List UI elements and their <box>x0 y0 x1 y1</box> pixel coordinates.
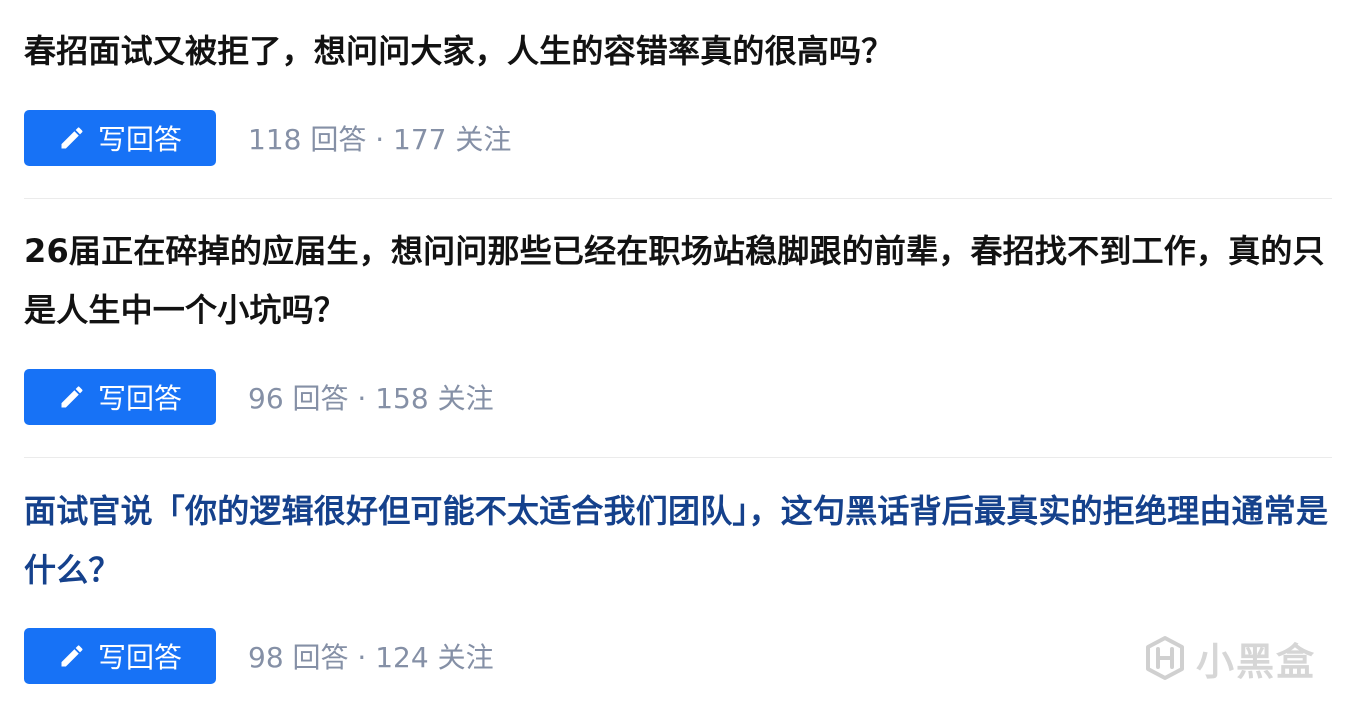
question-stats: 118 回答 · 177 关注 <box>248 123 512 156</box>
question-title[interactable]: 26届正在碎掉的应届生，想问问那些已经在职场站稳脚跟的前辈，春招找不到工作，真的… <box>24 222 1332 340</box>
question-item: 春招面试又被拒了，想问问大家，人生的容错率真的很高吗？ <box>24 22 1332 81</box>
question-item: 面试官说「你的逻辑很好但可能不太适合我们团队」，这句黑话背后最真实的拒绝理由通常… <box>24 482 1332 600</box>
watermark-text: 小黑盒 <box>1196 639 1317 684</box>
divider <box>24 457 1332 458</box>
heybox-logo-icon <box>1140 633 1190 683</box>
question-actions: 写回答 96 回答 · 158 关注 <box>24 369 494 425</box>
write-answer-button[interactable]: 写回答 <box>24 369 216 425</box>
question-item: 26届正在碎掉的应届生，想问问那些已经在职场站稳脚跟的前辈，春招找不到工作，真的… <box>24 222 1332 340</box>
write-answer-label: 写回答 <box>97 123 182 156</box>
write-answer-label: 写回答 <box>97 641 182 674</box>
pencil-icon <box>58 124 86 152</box>
watermark: 小黑盒 <box>1140 628 1316 688</box>
question-title[interactable]: 春招面试又被拒了，想问问大家，人生的容错率真的很高吗？ <box>24 22 1332 81</box>
write-answer-label: 写回答 <box>97 382 182 415</box>
question-actions: 写回答 118 回答 · 177 关注 <box>24 110 511 166</box>
write-answer-button[interactable]: 写回答 <box>24 110 216 166</box>
question-actions: 写回答 98 回答 · 124 关注 <box>24 628 494 684</box>
question-title[interactable]: 面试官说「你的逻辑很好但可能不太适合我们团队」，这句黑话背后最真实的拒绝理由通常… <box>24 482 1332 600</box>
divider <box>24 198 1332 199</box>
pencil-icon <box>58 383 86 411</box>
pencil-icon <box>58 642 86 670</box>
write-answer-button[interactable]: 写回答 <box>24 628 216 684</box>
question-stats: 96 回答 · 158 关注 <box>248 382 494 415</box>
question-stats: 98 回答 · 124 关注 <box>248 641 494 674</box>
